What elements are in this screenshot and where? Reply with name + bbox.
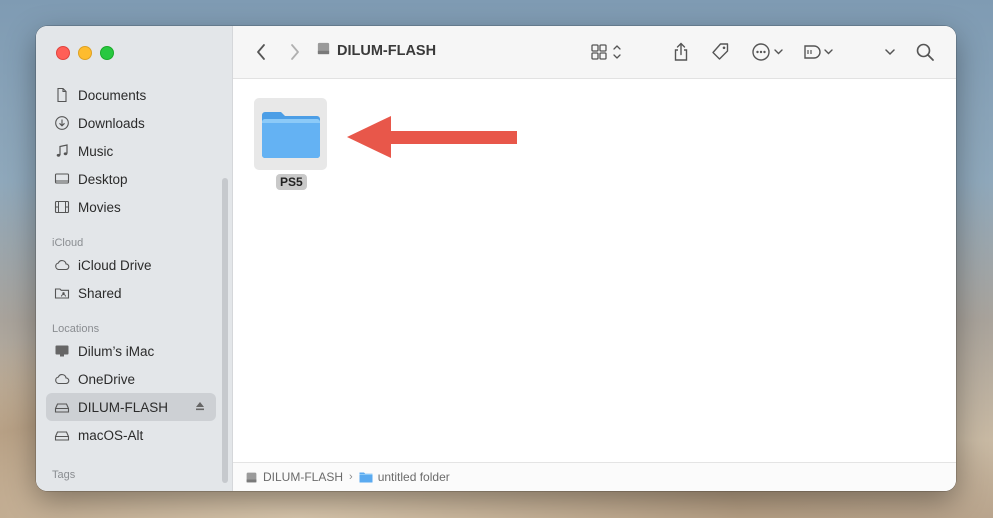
sidebar-item-label: Music [78,143,114,159]
sidebar-list: Documents Downloads Music Desktop Movies… [46,81,216,483]
sidebar-item-dilum-flash[interactable]: DILUM-FLASH [46,393,216,421]
share-button[interactable] [669,40,693,64]
folder-item-ps5[interactable] [254,98,327,170]
chevron-down-icon [885,49,895,56]
sidebar-section-icloud: iCloud [52,237,84,249]
download-icon [54,115,70,131]
minimize-button[interactable] [78,46,92,60]
view-options-button[interactable] [587,40,627,64]
path-segment-dilum-flash[interactable]: DILUM-FLASH [245,470,343,484]
path-segment-untitled-folder[interactable]: untitled folder [359,470,450,484]
sidebar-item-label: Shared [78,285,122,301]
sidebar-item-label: DILUM-FLASH [78,399,169,415]
annotation-arrow [347,116,517,158]
chevron-left-icon [257,44,265,60]
sidebar-item-dilums-imac[interactable]: Dilum’s iMac [46,337,216,365]
sidebar-item-label: Documents [78,87,147,103]
sidebar-item-label: Downloads [78,115,145,131]
folder-icon [359,472,373,483]
sidebar: Documents Downloads Music Desktop Movies… [36,26,233,491]
drive-icon [54,399,70,415]
sidebar-item-downloads[interactable]: Downloads [46,109,216,137]
window-controls [56,46,114,60]
sidebar-item-documents[interactable]: Documents [46,81,216,109]
sidebar-item-macos-alt[interactable]: macOS-Alt [46,421,216,449]
sidebar-item-icloud-drive[interactable]: iCloud Drive [46,251,216,279]
search-button[interactable] [913,40,937,64]
forward-button[interactable] [283,40,307,64]
path-segment-label: untitled folder [377,470,450,484]
window-title-text: DILUM-FLASH [337,42,437,59]
zoom-button[interactable] [100,46,114,60]
window-title: DILUM-FLASH [316,41,436,60]
sidebar-item-label: Desktop [78,171,128,187]
sidebar-item-label: OneDrive [78,371,136,387]
grid-view-icon [591,44,621,60]
music-note-icon [54,143,70,159]
sidebar-scrollbar[interactable] [222,178,228,483]
sidebar-item-music[interactable]: Music [46,137,216,165]
sidebar-section-tags: Tags [52,469,76,481]
share-icon [674,42,688,61]
chevron-right-icon [291,44,299,60]
action-menu-button[interactable] [751,40,787,64]
tag-icon [712,43,729,60]
sidebar-item-desktop[interactable]: Desktop [46,165,216,193]
folder-icon [261,112,320,158]
sidebar-item-onedrive[interactable]: OneDrive [46,365,216,393]
sidebar-section-locations: Locations [52,323,100,335]
folder-name-label[interactable]: PS5 [276,174,307,190]
cloud-icon [54,257,70,273]
path-bar: DILUM-FLASH › untitled folder [233,462,956,491]
chevron-right-icon: › [349,471,353,483]
sidebar-item-label: macOS-Alt [78,427,144,443]
finder-window: Documents Downloads Music Desktop Movies… [36,26,956,491]
drive-icon [246,472,257,482]
back-button[interactable] [249,40,273,64]
group-menu-button[interactable] [880,40,900,64]
desktop-icon [54,171,70,187]
film-icon [54,199,70,215]
more-ellipsis-icon [752,43,783,61]
drive-icon [54,427,70,443]
imac-icon [54,343,70,359]
sidebar-item-label: Dilum’s iMac [78,343,155,359]
shared-folder-icon [54,285,70,301]
toolbar: DILUM-FLASH [233,26,956,79]
tag-button[interactable] [708,40,732,64]
badge-icon [804,45,833,59]
sidebar-item-label: Movies [78,199,121,215]
drive-icon [316,41,331,60]
cloud-icon [54,371,70,387]
file-browser-content: PS5 [233,79,956,463]
eject-icon[interactable] [194,400,206,412]
document-icon [54,87,70,103]
search-icon [916,43,934,61]
sidebar-item-label: iCloud Drive [78,257,152,273]
sidebar-item-movies[interactable]: Movies [46,193,216,221]
path-segment-label: DILUM-FLASH [263,470,344,484]
edit-tags-button[interactable] [802,40,838,64]
sidebar-item-shared[interactable]: Shared [46,279,216,307]
close-button[interactable] [56,46,70,60]
